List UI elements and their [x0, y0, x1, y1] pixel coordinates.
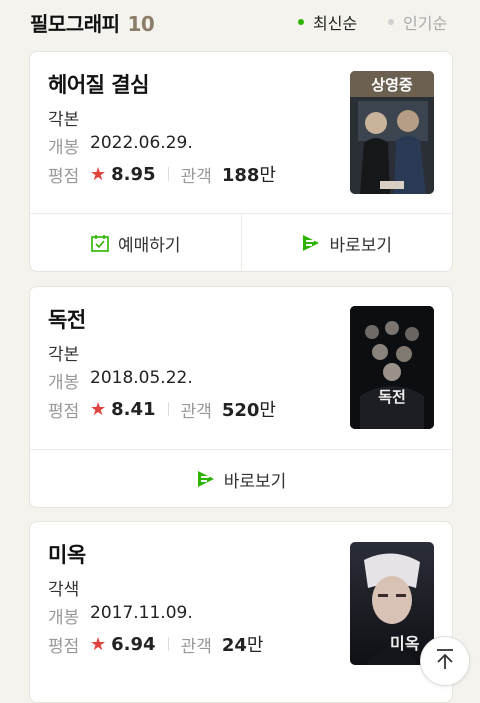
open-label: 개봉	[48, 373, 80, 393]
divider	[167, 637, 169, 651]
divider	[167, 402, 169, 416]
audience-unit: 만	[246, 635, 264, 656]
filmography-header: 필모그래피 10 최신순 인기순	[0, 0, 480, 40]
section-title: 필모그래피	[30, 12, 120, 36]
open-date: 2022.06.29.	[90, 133, 193, 153]
open-date: 2018.05.22.	[90, 368, 193, 388]
reserve-label: 예매하기	[117, 235, 181, 256]
reserve-button[interactable]: 예매하기	[30, 214, 241, 271]
selected-dot-icon	[298, 19, 304, 25]
open-date-row: 개봉 2022.06.29.	[48, 133, 193, 158]
audience-label: 관객	[180, 401, 212, 422]
movie-title[interactable]: 독전	[48, 304, 86, 334]
movie-actions: 예매하기 바로보기	[30, 213, 453, 271]
movie-card: 독전 각본 개봉 2018.05.22. 평점 ★ 8.41 관객 520만 독…	[29, 286, 453, 508]
audience-count: 520만	[222, 396, 276, 422]
audience-unit: 만	[259, 165, 276, 186]
audience-label: 관객	[180, 166, 212, 187]
movie-role: 각색	[48, 580, 80, 600]
watch-button[interactable]: 바로보기	[30, 450, 452, 507]
movie-poster[interactable]: 독전	[350, 306, 434, 429]
movie-poster[interactable]: 미옥	[350, 542, 434, 665]
open-date-row: 개봉 2017.11.09.	[48, 603, 193, 628]
rating-row: 평점 ★ 8.95 관객 188만	[48, 161, 276, 187]
series-on-icon	[301, 234, 321, 252]
open-date-row: 개봉 2018.05.22.	[48, 368, 193, 393]
audience-number: 520	[221, 400, 260, 421]
series-on-icon	[196, 470, 216, 488]
open-date: 2017.11.09.	[90, 603, 193, 623]
movie-role: 각본	[48, 110, 80, 130]
open-label: 개봉	[48, 608, 80, 628]
star-icon: ★	[90, 163, 107, 185]
rating-score: 8.95	[111, 163, 156, 185]
movie-title[interactable]: 미옥	[48, 539, 86, 569]
poster-art	[350, 306, 434, 429]
poster-title: 독전	[378, 388, 406, 406]
rating-label: 평점	[48, 636, 80, 657]
scroll-to-top-button[interactable]	[420, 636, 470, 686]
audience-unit: 만	[259, 400, 276, 421]
audience-number: 188	[221, 165, 260, 186]
rating-score: 6.94	[111, 633, 156, 655]
filmography-count: 10	[127, 12, 155, 36]
movie-title[interactable]: 헤어질 결심	[48, 69, 149, 99]
audience-label: 관객	[180, 636, 212, 657]
rating-row: 평점 ★ 6.94 관객 24만	[48, 631, 263, 657]
watch-label: 바로보기	[329, 235, 393, 256]
unselected-dot-icon	[388, 19, 394, 25]
sort-latest-button[interactable]: 최신순	[298, 10, 357, 34]
movie-poster[interactable]: 상영중	[350, 71, 434, 194]
star-icon: ★	[90, 398, 107, 420]
poster-badge: 상영중	[350, 71, 434, 97]
audience-count: 188만	[222, 161, 276, 187]
rating-label: 평점	[48, 166, 80, 187]
movie-card: 미옥 각색 개봉 2017.11.09. 평점 ★ 6.94 관객 24만 미옥	[29, 521, 453, 703]
audience-number: 24	[221, 635, 247, 656]
sort-popular-button[interactable]: 인기순	[388, 10, 447, 34]
star-icon: ★	[90, 633, 107, 655]
watch-label: 바로보기	[223, 471, 287, 492]
filmography-title: 필모그래피 10	[30, 8, 155, 37]
watch-button[interactable]: 바로보기	[240, 214, 453, 271]
divider	[167, 167, 169, 181]
rating-row: 평점 ★ 8.41 관객 520만	[48, 396, 276, 422]
poster-title: 미옥	[390, 634, 420, 653]
open-label: 개봉	[48, 138, 80, 158]
movie-role: 각본	[48, 345, 80, 365]
movie-actions: 바로보기	[30, 449, 452, 507]
movie-card: 헤어질 결심 각본 개봉 2022.06.29. 평점 ★ 8.95 관객 18…	[29, 51, 453, 272]
calendar-check-icon	[90, 233, 110, 253]
sort-popular-label: 인기순	[403, 14, 448, 33]
arrow-up-icon	[434, 647, 456, 675]
sort-latest-label: 최신순	[313, 14, 358, 33]
audience-count: 24만	[222, 631, 264, 657]
rating-score: 8.41	[111, 398, 156, 420]
rating-label: 평점	[48, 401, 80, 422]
